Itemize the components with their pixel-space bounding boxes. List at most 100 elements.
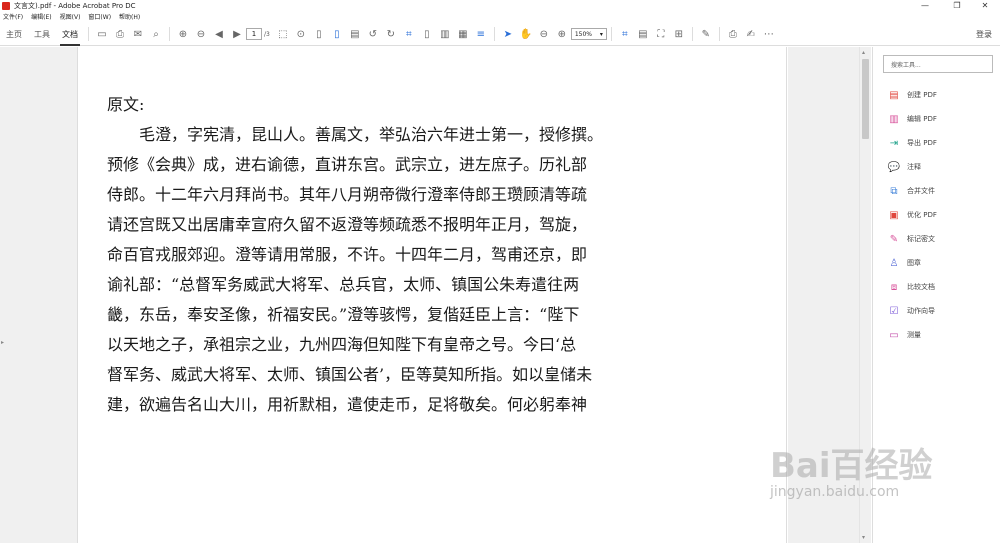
tool-comment[interactable]: 💬 注释 — [887, 155, 937, 179]
tool-action-wizard[interactable]: ☑ 动作向导 — [887, 299, 937, 323]
stamp-icon: ♙ — [889, 257, 899, 269]
chevron-down-icon: ▾ — [599, 30, 603, 38]
menu-help[interactable]: 帮助(H) — [119, 12, 140, 21]
select-zoom-icon[interactable]: ⬚ — [275, 26, 291, 42]
scroll-mode-icon[interactable]: ▤ — [635, 26, 651, 42]
tool-label: 编辑 PDF — [907, 115, 937, 123]
tool-label: 图章 — [907, 259, 921, 267]
toolbar-divider — [718, 27, 720, 41]
lines-icon[interactable]: ≡ — [473, 26, 489, 42]
optimize-pdf-icon: ▣ — [889, 209, 899, 221]
main-toolbar: 主页 工具 文档 ▭ ⎙ ✉ ⌕ ⊕ ⊖ ◀ ▶ 1 /3 ⬚ ⊙ ▯ ▯ ▤ … — [0, 23, 1000, 46]
acrobat-app-icon — [2, 1, 10, 10]
email-icon[interactable]: ✉ — [130, 26, 146, 42]
document-line: 预修《会典》成，进右谕德，直讲东宫。武宗立，进左庶子。历礼部 — [107, 155, 588, 174]
combine-files-icon: ⧉ — [890, 185, 898, 197]
tool-export-pdf[interactable]: ⇥ 导出 PDF — [887, 131, 937, 155]
scroll-down-icon[interactable]: ▾ — [862, 534, 865, 541]
crop-icon[interactable]: ⌗ — [401, 26, 417, 42]
menu-file[interactable]: 文件(F) — [3, 12, 23, 21]
create-pdf-icon: ▤ — [889, 89, 899, 101]
document-icon[interactable]: ▯ — [419, 26, 435, 42]
sign-icon[interactable]: ✍ — [743, 26, 759, 42]
document-line: 毛澄，字宪清，昆山人。善属文，举弘治六年进士第一，授修撰。 — [139, 125, 604, 144]
tool-measure[interactable]: ▭ 测量 — [887, 323, 937, 347]
full-screen-icon[interactable]: ⛶ — [653, 26, 669, 42]
tool-compare[interactable]: ⧈ 比较文档 — [887, 275, 937, 299]
rotate-left-icon[interactable]: ↺ — [365, 26, 381, 42]
save-icon[interactable]: ▭ — [94, 26, 110, 42]
menu-edit[interactable]: 编辑(E) — [31, 12, 51, 21]
pen-icon[interactable]: ✎ — [698, 26, 714, 42]
edit-pdf-icon: ▥ — [889, 113, 899, 125]
tool-stamp[interactable]: ♙ 图章 — [887, 251, 937, 275]
redact-icon: ✎ — [889, 233, 899, 245]
tab-document[interactable]: 文档 — [56, 23, 84, 46]
compare-icon: ⧈ — [890, 281, 898, 293]
toolbar-divider — [169, 27, 170, 41]
tool-optimize-pdf[interactable]: ▣ 优化 PDF — [887, 203, 937, 227]
select-arrow-icon[interactable]: ➤ — [500, 26, 516, 42]
pdf-page-icon[interactable]: ▯ — [329, 26, 345, 42]
previous-page-icon[interactable]: ⊕ — [175, 26, 191, 42]
tool-label: 合并文件 — [907, 187, 935, 195]
tab-home[interactable]: 主页 — [0, 23, 28, 46]
print-production-icon[interactable]: ⎙ — [725, 26, 741, 42]
search-icon[interactable]: ⌕ — [148, 26, 164, 42]
menu-view[interactable]: 视图(V) — [60, 12, 81, 21]
expand-left-panel-icon[interactable]: ▸ — [1, 339, 4, 346]
window-title: 文言文).pdf - Adobe Acrobat Pro DC — [14, 1, 136, 10]
more-icon[interactable]: ⋯ — [761, 26, 777, 42]
export-page-icon[interactable]: ▤ — [347, 26, 363, 42]
tool-combine-files[interactable]: ⧉ 合并文件 — [887, 179, 937, 203]
tool-label: 标记密文 — [907, 235, 935, 243]
tools-pane: 搜索工具... ▤ 创建 PDF ▥ 编辑 PDF ⇥ 导出 PDF 💬 注释 … — [872, 47, 1000, 543]
back-icon[interactable]: ◀ — [211, 26, 227, 42]
scrollbar-thumb[interactable] — [862, 59, 869, 139]
login-link[interactable]: 登录 — [976, 23, 992, 46]
tool-label: 导出 PDF — [907, 139, 937, 147]
scroll-up-icon[interactable]: ▴ — [862, 49, 865, 56]
maximize-button[interactable]: ❐ — [942, 0, 972, 11]
close-button[interactable]: ✕ — [970, 0, 1000, 11]
organize-pages-icon[interactable]: ▦ — [455, 26, 471, 42]
tool-create-pdf[interactable]: ▤ 创建 PDF — [887, 83, 937, 107]
print-icon[interactable]: ⎙ — [112, 26, 128, 42]
zoom-in-icon[interactable]: ⊕ — [554, 26, 570, 42]
tool-list: ▤ 创建 PDF ▥ 编辑 PDF ⇥ 导出 PDF 💬 注释 ⧉ 合并文件 ▣… — [887, 83, 937, 347]
tool-label: 创建 PDF — [907, 91, 937, 99]
document-line: 侍郎。十二年六月拜尚书。其年八月朔帝微行澄率侍郎王瓒顾清等疏 — [107, 185, 588, 204]
document-line: 督军务、威武大将军、太师、镇国公者’，臣等莫知所指。如以皇储未 — [107, 365, 593, 384]
forward-icon[interactable]: ▶ — [229, 26, 245, 42]
toolbar-divider — [610, 27, 612, 41]
zoom-value: 150% — [574, 30, 592, 38]
title-bar: 文言文).pdf - Adobe Acrobat Pro DC — [0, 0, 1000, 11]
fit-page-icon[interactable]: ⌗ — [617, 26, 633, 42]
action-wizard-icon: ☑ — [889, 305, 899, 317]
page-icon[interactable]: ▯ — [311, 26, 327, 42]
tool-label: 比较文档 — [907, 283, 935, 291]
measure-icon: ▭ — [889, 329, 899, 341]
menu-window[interactable]: 窗口(W) — [88, 12, 111, 21]
page-total: /3 — [264, 30, 270, 38]
minimize-button[interactable]: — — [910, 0, 940, 11]
zoom-tool-icon[interactable]: ⊙ — [293, 26, 309, 42]
tool-edit-pdf[interactable]: ▥ 编辑 PDF — [887, 107, 937, 131]
document-line: 以天地之子，承祖宗之业，九州四海但知陛下有皇帝之号。今曰‘总 — [107, 335, 577, 354]
read-mode-icon[interactable]: ⊞ — [671, 26, 687, 42]
page-number-input[interactable]: 1 — [246, 28, 262, 40]
document-text: 原文: 毛澄，字宪清，昆山人。善属文，举弘治六年进士第一，授修撰。 预修《会典》… — [107, 90, 607, 420]
next-page-icon[interactable]: ⊖ — [193, 26, 209, 42]
toolbar-divider — [88, 27, 89, 41]
hand-tool-icon[interactable]: ✋ — [518, 26, 534, 42]
split-icon[interactable]: ▥ — [437, 26, 453, 42]
tool-redact[interactable]: ✎ 标记密文 — [887, 227, 937, 251]
zoom-level-select[interactable]: 150% ▾ — [570, 28, 607, 40]
tool-label: 优化 PDF — [907, 211, 937, 219]
rotate-right-icon[interactable]: ↻ — [383, 26, 399, 42]
vertical-scrollbar[interactable]: ▴ ▾ — [859, 47, 871, 543]
tab-tools[interactable]: 工具 — [28, 23, 56, 46]
zoom-out-icon[interactable]: ⊖ — [536, 26, 552, 42]
tool-label: 测量 — [907, 331, 921, 339]
tool-search-input[interactable]: 搜索工具... — [883, 55, 993, 73]
